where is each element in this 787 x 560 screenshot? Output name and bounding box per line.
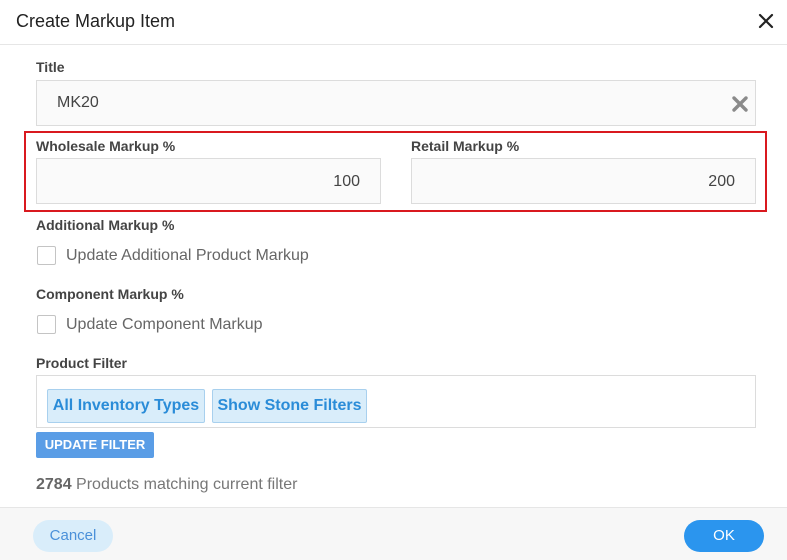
component-markup-label: Component Markup % [36,286,184,302]
filter-chip-inventory-types[interactable]: All Inventory Types [47,389,205,423]
match-summary-text: Products matching current filter [71,476,298,493]
close-icon[interactable] [756,11,776,31]
match-summary: 2784 Products matching current filter [36,476,297,494]
additional-markup-checkbox-label[interactable]: Update Additional Product Markup [66,247,309,265]
component-markup-checkbox[interactable] [37,315,56,334]
match-count: 2784 [36,476,72,493]
ok-button[interactable]: OK [684,520,764,552]
title-input[interactable] [36,80,756,126]
wholesale-markup-label: Wholesale Markup % [36,138,176,154]
additional-markup-label: Additional Markup % [36,217,175,233]
update-filter-button[interactable]: UPDATE FILTER [36,432,154,458]
cancel-button[interactable]: Cancel [33,520,113,552]
title-label: Title [36,59,65,75]
title-input-value[interactable]: MK20 [57,94,99,112]
product-filter-label: Product Filter [36,355,128,371]
retail-markup-value[interactable]: 200 [411,173,735,191]
dialog-title: Create Markup Item [16,11,176,31]
retail-markup-label: Retail Markup % [411,138,520,154]
dialog-header: Create Markup Item [0,0,787,45]
component-markup-checkbox-label[interactable]: Update Component Markup [66,316,263,334]
filter-chip-stone-filters[interactable]: Show Stone Filters [212,389,367,423]
wholesale-markup-value[interactable]: 100 [36,173,360,191]
dialog-footer [0,507,787,560]
clear-icon[interactable] [731,95,749,113]
additional-markup-checkbox[interactable] [37,246,56,265]
